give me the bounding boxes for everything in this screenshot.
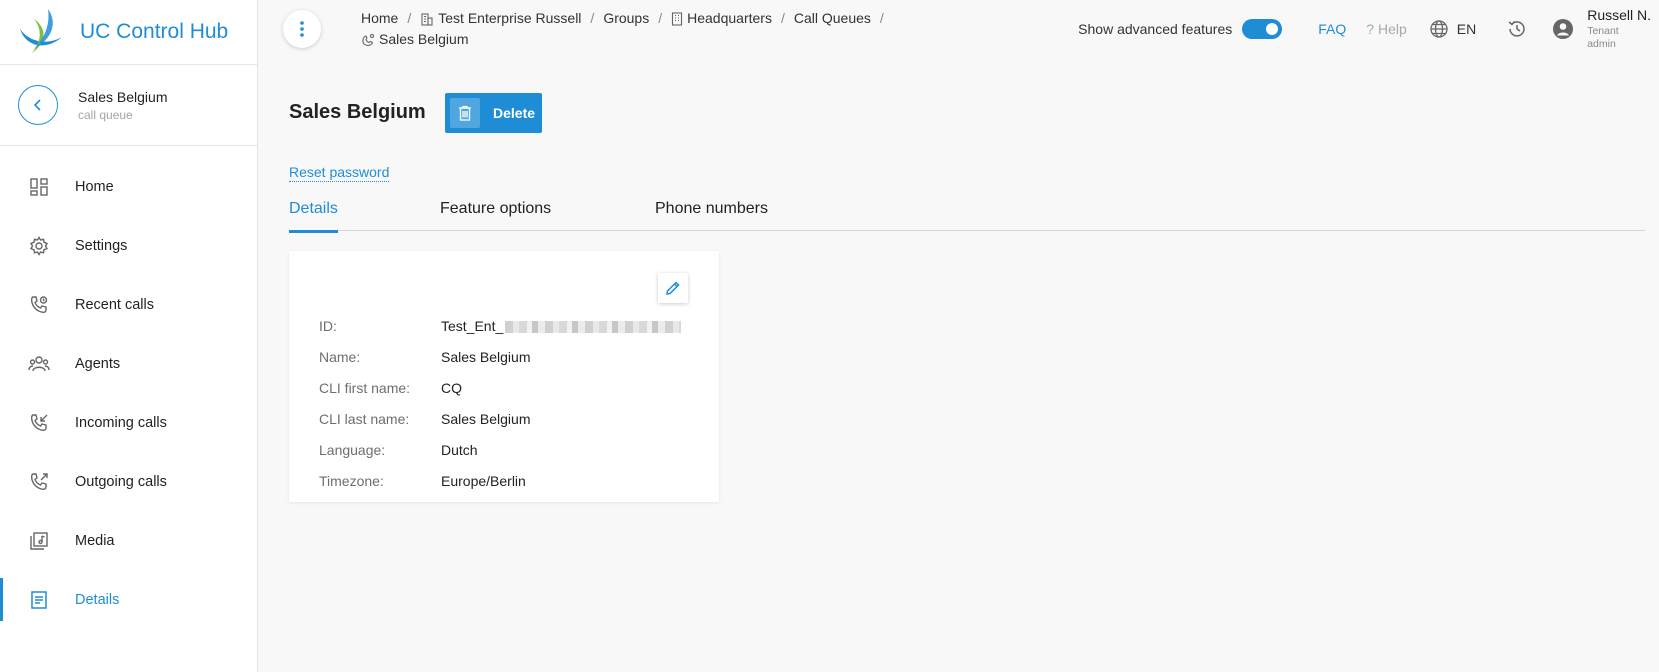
breadcrumb-call-queues[interactable]: Call Queues [794,10,871,26]
media-icon [27,529,51,553]
header-actions: Show advanced features FAQ ? Help EN Rus… [1078,0,1659,58]
sidebar-item-label: Outgoing calls [75,473,167,490]
sidebar-item-label: Agents [75,355,121,372]
detail-row-cli-first-name: CLI first name: CQ [319,372,681,403]
brand-logo [20,9,62,53]
breadcrumb-separator: / [780,10,785,26]
detail-value: Sales Belgium [441,410,531,427]
detail-label: Timezone: [319,472,384,489]
page-title: Sales Belgium [289,101,426,123]
building-icon [420,12,434,26]
delete-label: Delete [493,105,536,121]
language-selector[interactable]: EN [1429,19,1476,39]
redacted-block [505,320,682,333]
office-building-icon [671,12,683,26]
breadcrumb-separator: / [658,10,663,26]
breadcrumb: Home / Test Enterprise Russell / Groups / Head… [361,8,921,50]
sidebar-item-outgoing-calls[interactable]: Outgoing calls [0,452,257,511]
details-card: ID: Test_Ent_ Name: Sales Belgium CLI fi… [289,251,719,502]
detail-label: Language: [319,441,386,458]
detail-label: CLI first name: [319,379,411,396]
detail-row-timezone: Timezone: Europe/Berlin [319,465,681,496]
entity-type: call queue [78,107,133,122]
detail-label: CLI last name: [319,410,410,427]
document-icon [27,588,51,612]
sidebar-item-media[interactable]: Media [0,511,257,570]
breadcrumb-groups[interactable]: Groups [603,10,649,26]
sidebar-item-label: Settings [75,237,128,254]
detail-value: Dutch [441,441,478,458]
detail-value: Europe/Berlin [441,472,526,489]
sidebar-item-label: Media [75,532,115,549]
phone-incoming-icon [27,411,51,435]
breadcrumb-current: Sales Belgium [379,31,469,47]
call-queue-icon [361,33,375,47]
sidebar-item-details[interactable]: Details [0,570,257,629]
more-menu-button[interactable] [283,10,321,48]
breadcrumb-separator: / [407,10,412,26]
sidebar-item-label: Incoming calls [75,414,167,431]
help-link[interactable]: ? Help [1366,21,1406,37]
sidebar-item-recent-calls[interactable]: Recent calls [0,275,257,334]
people-icon [27,352,51,376]
detail-row-language: Language: Dutch [319,434,681,465]
advanced-features-toggle[interactable] [1242,19,1283,39]
phone-outgoing-icon [27,470,51,494]
detail-label: Name: [319,348,361,365]
sidebar-item-agents[interactable]: Agents [0,334,257,393]
user-name: Russell N. [1587,7,1651,23]
pencil-icon [666,281,680,295]
sidebar-item-label: Details [75,591,120,608]
sidebar-item-settings[interactable]: Settings [0,216,257,275]
sidebar-nav: Home Settings Recent calls Agents Incomi… [0,146,257,629]
back-button[interactable] [18,85,58,125]
delete-button[interactable]: Delete [445,93,542,133]
breadcrumb-headquarters[interactable]: Headquarters [687,10,772,26]
phone-clock-icon [27,293,51,317]
account-icon [1553,19,1574,39]
user-role: Tenant admin [1587,25,1619,50]
detail-value-id: Test_Ent_ [441,318,682,334]
advanced-features-label: Show advanced features [1078,21,1233,37]
details-list: ID: Test_Ent_ Name: Sales Belgium CLI fi… [319,310,682,496]
sidebar-item-label: Recent calls [75,296,154,313]
detail-row-name: Name: Sales Belgium [319,341,681,372]
detail-value: CQ [441,379,462,396]
detail-row-cli-last-name: CLI last name: Sales Belgium [319,403,681,434]
sidebar-item-home[interactable]: Home [0,157,257,216]
entity-header: Sales Belgium call queue [0,65,257,146]
brand-title: UC Control Hub [80,20,229,43]
breadcrumb-separator: / [590,10,595,26]
breadcrumb-separator: / [879,10,884,26]
tab-details[interactable]: Details [289,200,338,233]
sidebar-item-label: Home [75,178,114,195]
reset-password-link[interactable]: Reset password [289,164,390,182]
brand: UC Control Hub [0,0,257,65]
edit-button[interactable] [658,273,688,303]
kebab-icon [300,21,304,37]
tab-bar: Details Feature options Phone numbers [289,200,1645,233]
globe-icon [1430,20,1448,38]
sidebar: UC Control Hub Sales Belgium call queue … [0,0,258,672]
dashboard-icon [27,175,51,199]
gear-icon [27,234,51,258]
user-menu[interactable]: Russell N. Tenant admin [1552,7,1651,51]
tab-feature-options[interactable]: Feature options [440,200,551,231]
history-button[interactable] [1506,18,1528,40]
breadcrumb-home[interactable]: Home [361,10,398,26]
entity-name: Sales Belgium [78,88,168,105]
breadcrumb-enterprise[interactable]: Test Enterprise Russell [438,10,581,26]
detail-row-id: ID: Test_Ent_ [319,310,682,341]
sidebar-item-incoming-calls[interactable]: Incoming calls [0,393,257,452]
detail-value: Sales Belgium [441,348,531,365]
tab-phone-numbers[interactable]: Phone numbers [655,200,768,231]
chevron-left-icon [33,99,41,111]
language-label: EN [1456,21,1477,37]
faq-link[interactable]: FAQ [1318,21,1346,37]
detail-label: ID: [319,317,337,334]
trash-icon [450,98,480,128]
history-icon [1508,21,1525,37]
